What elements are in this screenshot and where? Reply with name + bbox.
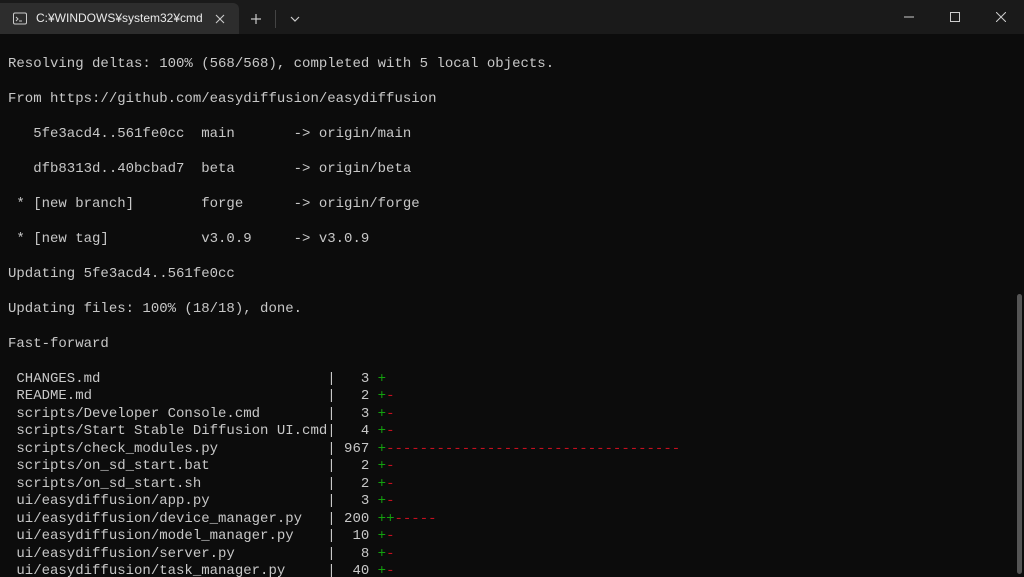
diffstat-row: README.md | 2 +- [8, 388, 1016, 406]
terminal-tab[interactable]: C:¥WINDOWS¥system32¥cmd [0, 3, 239, 34]
chevron-down-icon [290, 14, 300, 24]
tab-title: C:¥WINDOWS¥system32¥cmd [36, 10, 203, 28]
output-line: Resolving deltas: 100% (568/568), comple… [8, 56, 1016, 74]
title-bar: C:¥WINDOWS¥system32¥cmd [0, 0, 1024, 34]
close-icon [996, 12, 1006, 22]
output-line: Updating 5fe3acd4..561fe0cc [8, 266, 1016, 284]
diffstat-row: ui/easydiffusion/server.py | 8 +- [8, 546, 1016, 564]
diffstat-row: scripts/on_sd_start.bat | 2 +- [8, 458, 1016, 476]
diffstat-row: CHANGES.md | 3 + [8, 371, 1016, 389]
diffstat-row: ui/easydiffusion/device_manager.py | 200… [8, 511, 1016, 529]
titlebar-drag-region[interactable] [312, 0, 886, 34]
diffstat-row: scripts/on_sd_start.sh | 2 +- [8, 476, 1016, 494]
terminal-output[interactable]: Resolving deltas: 100% (568/568), comple… [0, 34, 1024, 577]
output-line: * [new tag] v3.0.9 -> v3.0.9 [8, 231, 1016, 249]
diffstat-row: ui/easydiffusion/app.py | 3 +- [8, 493, 1016, 511]
minimize-button[interactable] [886, 0, 932, 34]
output-line: Fast-forward [8, 336, 1016, 354]
window-close-button[interactable] [978, 0, 1024, 34]
tab-dropdown-button[interactable] [278, 3, 312, 34]
plus-icon [250, 13, 262, 25]
close-icon [215, 14, 225, 24]
diffstat-row: scripts/Start Stable Diffusion UI.cmd| 4… [8, 423, 1016, 441]
output-line: * [new branch] forge -> origin/forge [8, 196, 1016, 214]
maximize-button[interactable] [932, 0, 978, 34]
new-tab-button[interactable] [239, 3, 273, 34]
diffstat-row: scripts/Developer Console.cmd | 3 +- [8, 406, 1016, 424]
output-line: 5fe3acd4..561fe0cc main -> origin/main [8, 126, 1016, 144]
diffstat-row: ui/easydiffusion/model_manager.py | 10 +… [8, 528, 1016, 546]
scrollbar-thumb[interactable] [1017, 294, 1022, 574]
output-line: Updating files: 100% (18/18), done. [8, 301, 1016, 319]
diffstat-row: scripts/check_modules.py | 967 +--------… [8, 441, 1016, 459]
maximize-icon [950, 12, 960, 22]
diffstat-block: CHANGES.md | 3 + README.md | 2 +- script… [8, 371, 1016, 577]
minimize-icon [904, 12, 914, 22]
diffstat-row: ui/easydiffusion/task_manager.py | 40 +- [8, 563, 1016, 577]
output-line: From https://github.com/easydiffusion/ea… [8, 91, 1016, 109]
output-line: dfb8313d..40bcbad7 beta -> origin/beta [8, 161, 1016, 179]
divider [275, 10, 276, 28]
cmd-icon [12, 11, 28, 27]
tab-close-button[interactable] [211, 10, 229, 28]
